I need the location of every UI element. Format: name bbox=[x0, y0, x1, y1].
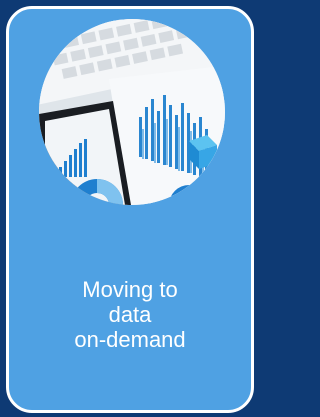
analytics-dashboard-photo bbox=[39, 19, 225, 205]
page-background: Moving to data on-demand bbox=[0, 0, 260, 417]
analytics-photo-illustration bbox=[39, 19, 225, 205]
caption-line-3: on-demand bbox=[74, 327, 186, 352]
card-caption: Moving to data on-demand bbox=[9, 277, 251, 352]
caption-line-2: data bbox=[108, 302, 152, 327]
caption-line-1: Moving to bbox=[82, 277, 178, 302]
feature-card[interactable]: Moving to data on-demand bbox=[6, 6, 254, 413]
